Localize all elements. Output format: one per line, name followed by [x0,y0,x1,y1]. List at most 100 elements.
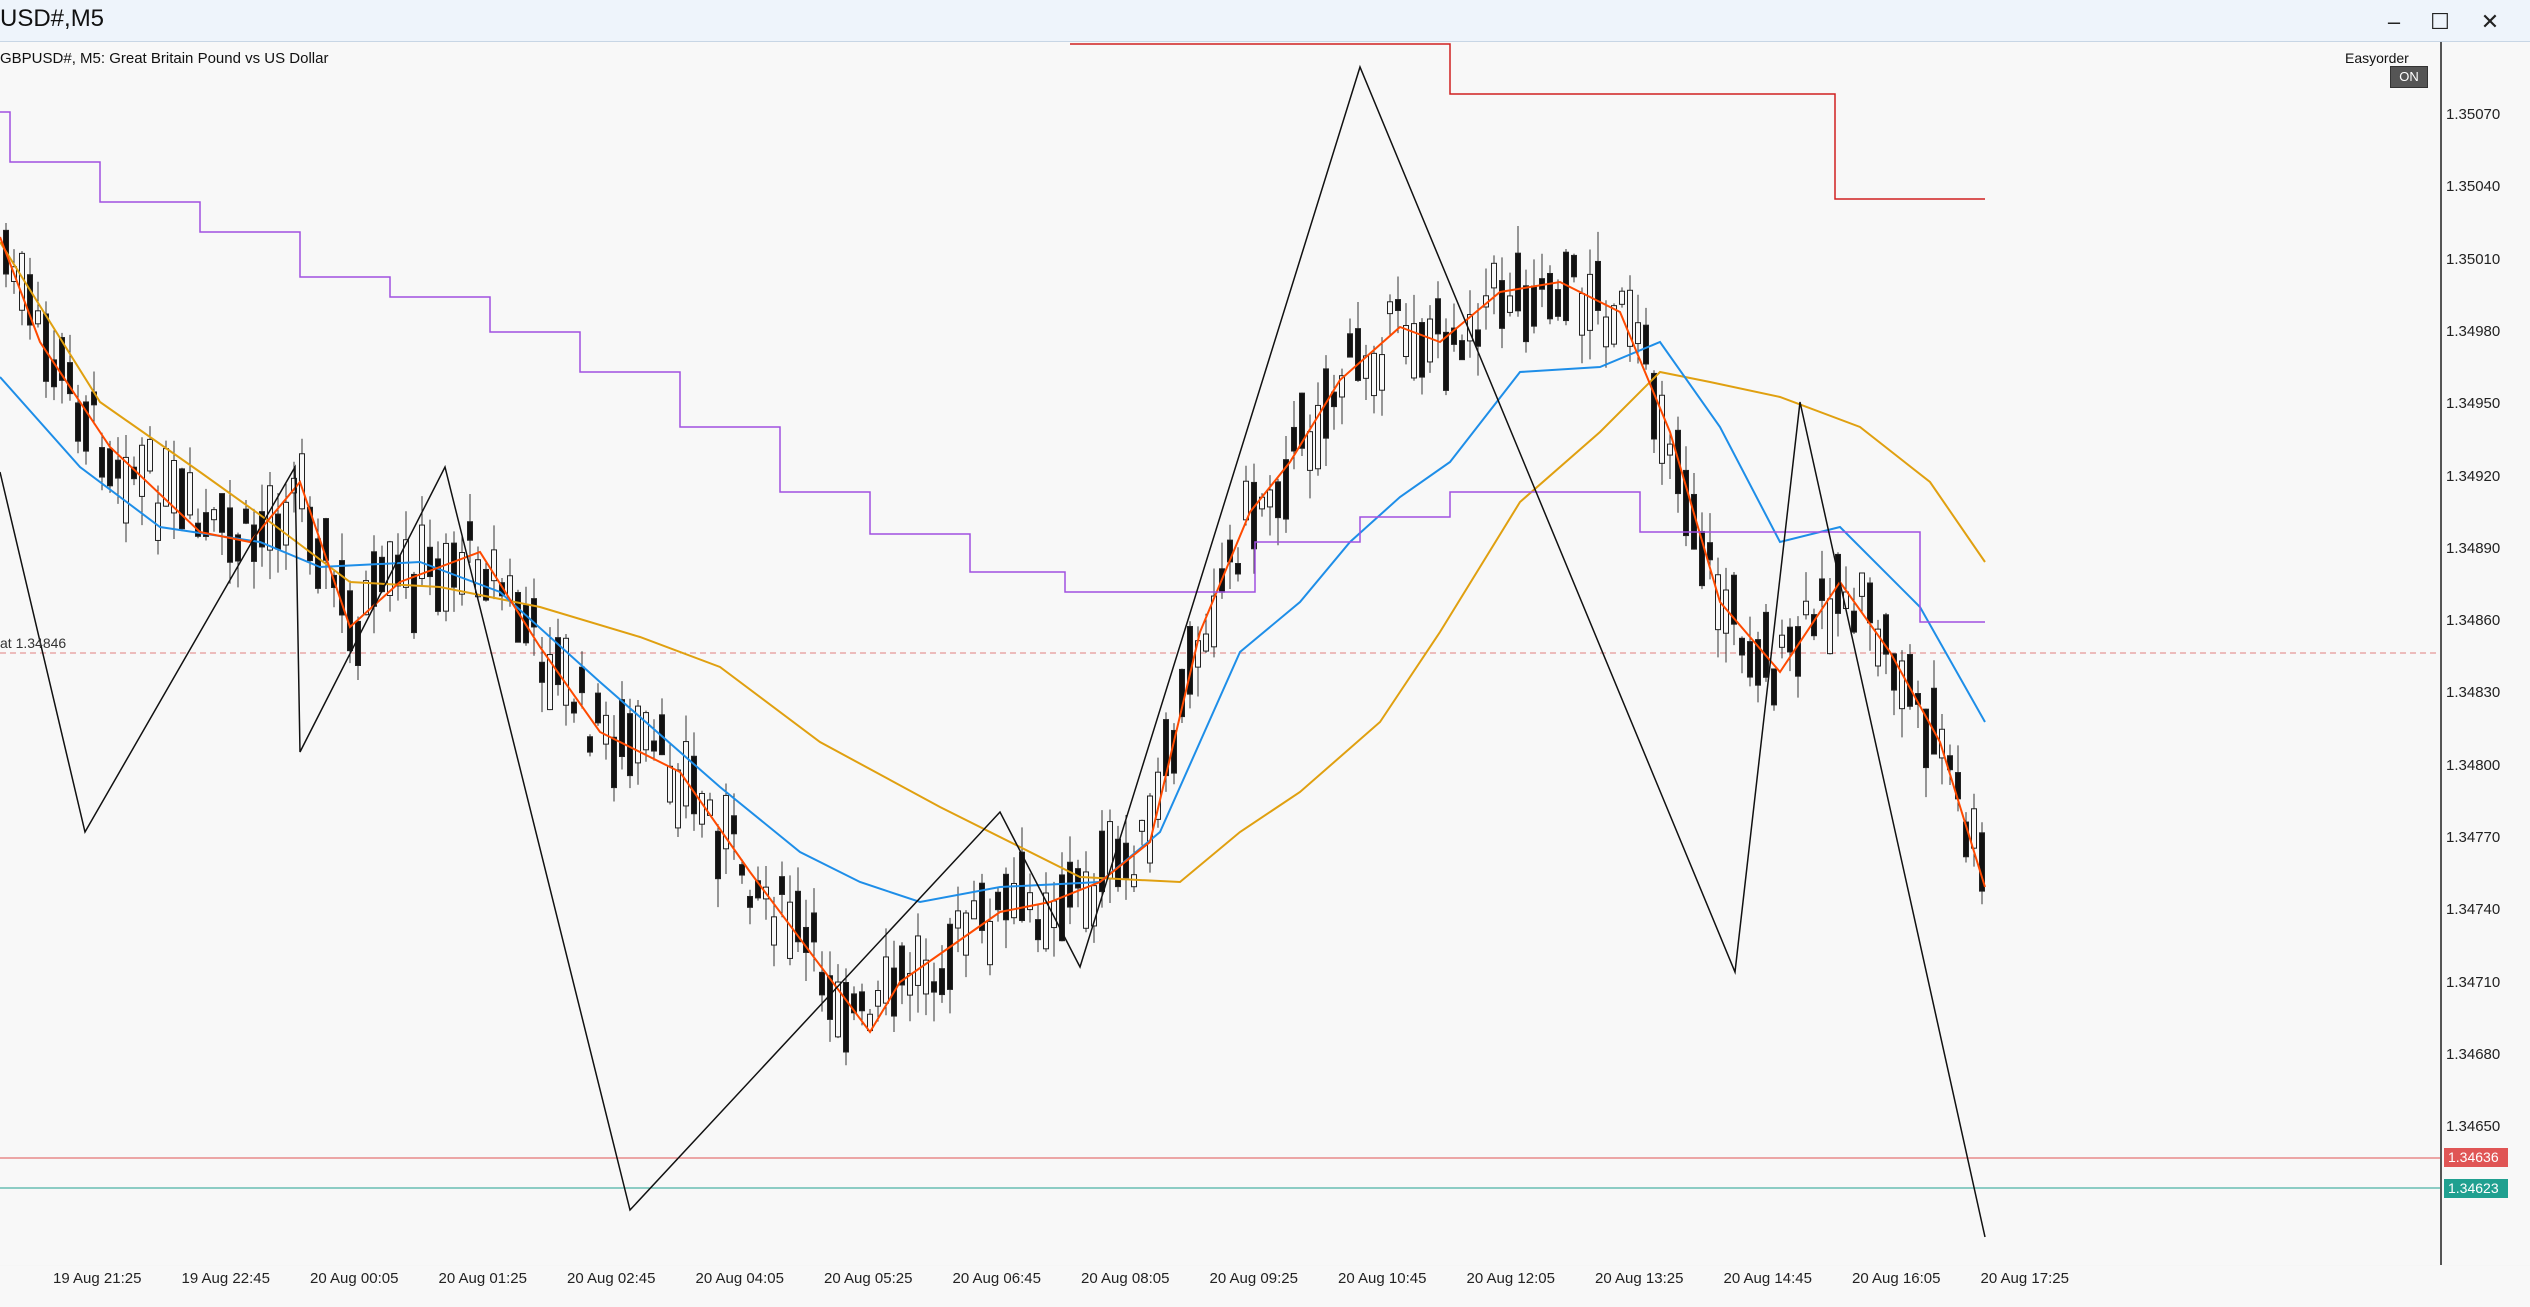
candle-body [1827,598,1833,655]
candle-body [667,765,673,803]
candle-body [1523,285,1529,343]
candle-body [1139,819,1145,832]
candle-body [515,592,521,643]
candle-body [1235,563,1241,575]
time-tick-label: 20 Aug 08:05 [1081,1270,1170,1287]
candle-body [1427,318,1433,363]
bid-level-label: at 1.34846 [0,635,67,651]
chart-symbol-label: GBPUSD#, M5: Great Britain Pound vs US D… [0,50,329,67]
bid-price-tag: 1.34623 [2444,1179,2508,1198]
candle-body [875,990,881,1007]
price-tick-label: 1.35010 [2446,250,2501,268]
candle-body [1419,322,1425,378]
candle-body [1803,600,1809,616]
price-tick-label: 1.34650 [2446,1118,2501,1136]
candle-body [1395,299,1401,312]
price-tick-label: 1.34920 [2446,467,2501,485]
candle-body [1355,328,1361,381]
chart-plot-svg[interactable] [0,42,2440,1266]
window-title: USD#,M5 [0,5,105,32]
candle-body [1867,582,1873,624]
price-tick-label: 1.34890 [2446,539,2501,557]
candle-body [1739,637,1745,656]
candle-body [1443,331,1449,391]
candle-body [683,741,689,807]
candlesticks [3,223,1985,1066]
candle-body [1459,340,1465,361]
candle-body [883,956,889,1004]
candle-body [955,910,961,929]
close-button[interactable]: ✕ [2470,5,2510,39]
time-tick-label: 19 Aug 21:25 [53,1270,142,1287]
window-titlebar: USD#,M5 – ☐ ✕ [0,0,2530,42]
zigzag-indicator [0,64,1986,1238]
ask-price-tag: 1.34636 [2444,1148,2508,1167]
price-tick-label: 1.34710 [2446,973,2501,991]
candle-body [123,456,129,524]
candle-body [1275,481,1281,519]
candle-body [451,542,457,588]
candle-body [811,912,817,943]
maximize-button[interactable]: ☐ [2420,5,2460,39]
price-tick-label: 1.34770 [2446,829,2501,846]
candle-body [779,876,785,895]
candle-body [1435,298,1441,335]
candle-body [595,692,601,724]
candle-body [939,968,945,996]
time-tick-label: 20 Aug 01:25 [438,1270,527,1287]
candle-body [355,620,361,667]
candle-body [819,971,825,996]
candle-body [995,891,1001,911]
candle-body [1291,426,1297,452]
candle-body [1899,660,1905,710]
candle-body [443,542,449,612]
candle-body [227,507,233,563]
candle-body [35,310,41,325]
candle-body [251,524,257,562]
candle-body [1251,481,1257,550]
candle-body [731,815,737,835]
price-tick-label: 1.34830 [2446,684,2501,702]
ema-slow-line [0,241,1986,884]
candle-body [1347,333,1353,358]
candle-body [1787,626,1793,653]
price-tick-label: 1.34740 [2446,901,2501,919]
candle-body [787,901,793,959]
minimize-button[interactable]: – [2374,5,2414,39]
candle-body [1011,882,1017,919]
candle-body [371,551,377,607]
candle-body [315,538,321,589]
candle-body [1595,260,1601,311]
candle-body [859,991,865,1012]
red-step-indicator [1070,43,1985,200]
candle-body [1387,301,1393,315]
candle-body [1491,262,1497,289]
candle-body [1819,578,1825,601]
candle-body [931,981,937,993]
candle-body [1243,480,1249,521]
price-tick-label: 1.34800 [2446,756,2501,774]
candle-body [627,713,633,777]
easyorder-toggle-button[interactable]: ON [2390,66,2428,88]
candle-body [1603,316,1609,348]
time-tick-label: 20 Aug 00:05 [310,1270,399,1287]
candle-body [275,513,281,550]
candle-body [715,830,721,880]
time-tick-label: 20 Aug 02:45 [567,1270,656,1287]
candle-body [603,714,609,745]
price-axis [2442,42,2530,1265]
candle-body [1515,252,1521,312]
candle-body [611,736,617,789]
price-tick-label: 1.35040 [2446,178,2501,196]
candle-body [771,916,777,946]
candle-body [387,541,393,596]
price-tick-label: 1.34860 [2446,612,2501,630]
time-tick-label: 20 Aug 05:25 [824,1270,913,1287]
candle-body [1907,654,1913,707]
easyorder-label: Easyorder [2345,50,2409,66]
candle-body [1771,668,1777,706]
candle-body [1971,808,1977,849]
candle-body [75,402,81,442]
candle-body [363,580,369,616]
candle-body [1371,352,1377,397]
